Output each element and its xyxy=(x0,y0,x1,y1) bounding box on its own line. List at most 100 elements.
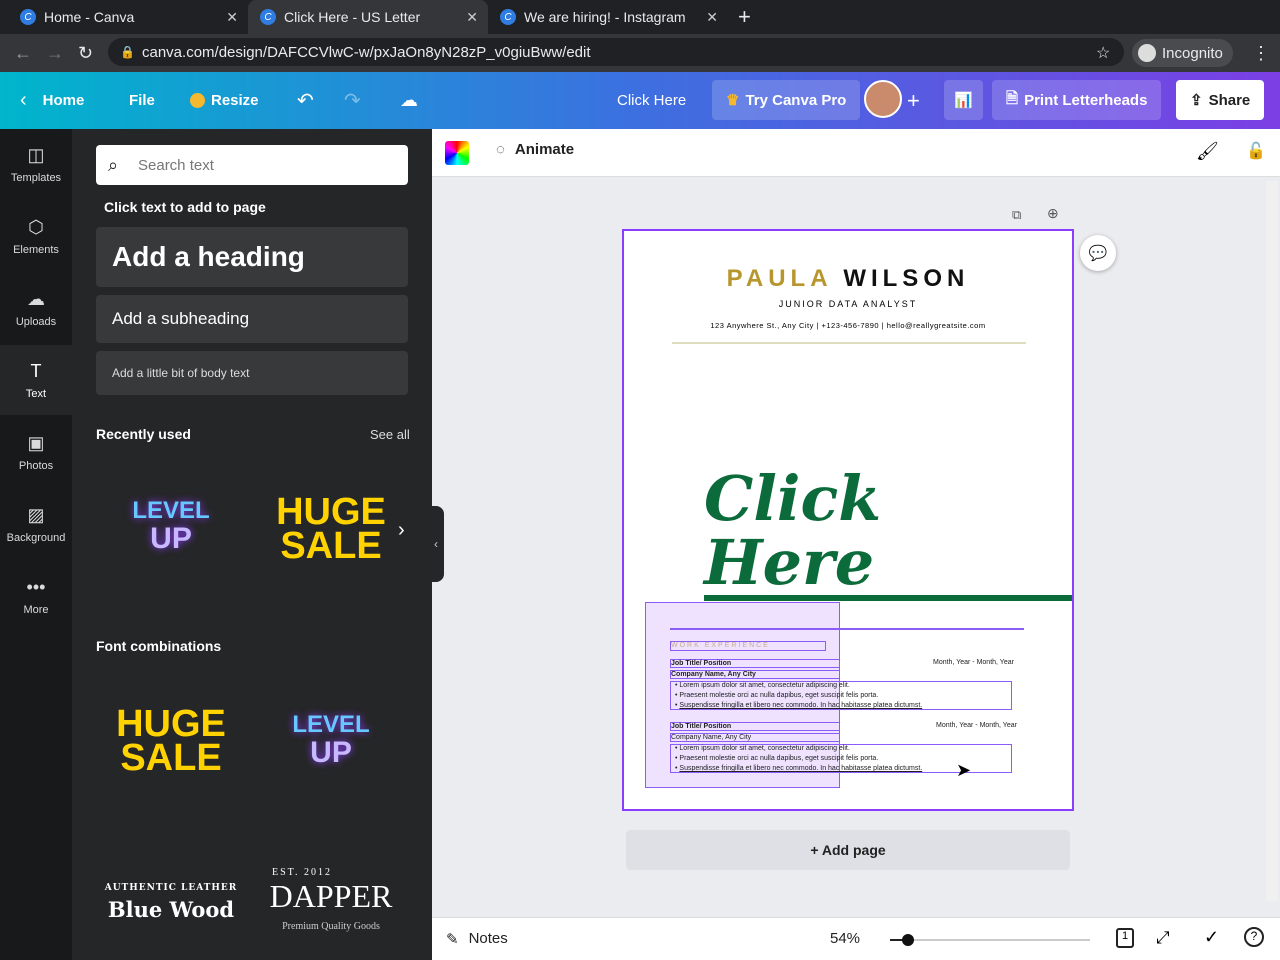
add-comment-icon[interactable]: 💬 xyxy=(1080,235,1116,271)
bookmark-star-icon[interactable]: ☆ xyxy=(1096,43,1110,63)
rail-text[interactable]: T Text xyxy=(0,345,72,415)
est-text: EST. 2012 xyxy=(272,867,333,878)
phone: +123-456-7890 xyxy=(821,321,880,330)
blue-wood-text: Blue Wood xyxy=(107,897,235,922)
url-field[interactable]: 🔒 canva.com/design/DAFCCVlwC-w/pxJaOn8yN2… xyxy=(108,38,1124,66)
file-label: File xyxy=(129,92,155,109)
lock-icon[interactable]: 🔓 xyxy=(1246,141,1266,161)
tab-click-here[interactable]: C Click Here - US Letter ✕ xyxy=(248,0,488,34)
rail-background[interactable]: ▨ Background xyxy=(0,489,72,559)
browser-menu-icon[interactable]: ⋮ xyxy=(1252,43,1270,64)
resume-role[interactable]: JUNIOR DATA ANALYST xyxy=(624,299,1072,309)
page-count: 1 xyxy=(1121,930,1129,942)
chevron-left-icon: ‹ xyxy=(20,89,27,111)
add-heading-button[interactable]: Add a heading xyxy=(96,227,408,287)
tab-home[interactable]: C Home - Canva ✕ xyxy=(8,0,248,34)
duplicate-page-icon[interactable]: ⧉ xyxy=(1012,207,1021,223)
cloud-saved-icon[interactable]: ☁ xyxy=(400,72,418,129)
company-name[interactable]: Company Name, Any City xyxy=(670,733,840,742)
zoom-slider[interactable] xyxy=(890,934,1090,946)
dapper-text: DAPPER xyxy=(269,878,393,914)
add-page-icon[interactable]: ⊕ xyxy=(1047,205,1059,222)
rail-templates[interactable]: ◫ Templates xyxy=(0,129,72,199)
add-subheading-button[interactable]: Add a subheading xyxy=(96,295,408,343)
add-page-button[interactable]: + Add page xyxy=(626,830,1070,870)
zoom-slider-handle[interactable] xyxy=(902,934,914,946)
canva-favicon-icon: C xyxy=(20,9,36,25)
job-title[interactable]: Job Title/ Position xyxy=(670,722,840,731)
level-up-text-template[interactable]: LEVEL UP xyxy=(96,497,246,554)
home-button[interactable]: ‹ Home xyxy=(20,72,84,129)
dapper-font-combo[interactable]: EST. 2012 DAPPER Premium Quality Goods xyxy=(256,867,406,932)
search-text-input[interactable]: ⌕ Search text xyxy=(96,145,408,185)
rail-photos[interactable]: ▣ Photos xyxy=(0,417,72,487)
upload-cloud-icon: ☁ xyxy=(27,288,45,309)
rail-label: Uploads xyxy=(15,315,57,328)
animate-button[interactable]: ◌ Animate xyxy=(496,141,574,158)
address: 123 Anywhere St., Any City xyxy=(710,321,814,330)
undo-icon[interactable]: ↶ xyxy=(297,72,314,129)
resize-button[interactable]: Resize xyxy=(190,72,259,129)
paint-roller-icon[interactable]: 🖌 xyxy=(1196,141,1219,162)
huge-text: HUGE xyxy=(276,491,386,533)
zoom-level[interactable]: 54% xyxy=(830,930,860,947)
tab-title: Click Here - US Letter xyxy=(284,9,421,25)
reload-icon[interactable]: ↻ xyxy=(78,43,93,64)
color-picker-icon[interactable] xyxy=(445,141,469,165)
work-experience-heading[interactable]: WORK EXPERIENCE xyxy=(670,641,826,651)
notes-icon: ✎ xyxy=(446,931,459,948)
carousel-next-icon[interactable]: › xyxy=(398,519,405,542)
company-name[interactable]: Company Name, Any City xyxy=(670,670,840,679)
animate-label: Animate xyxy=(514,141,575,158)
rail-elements[interactable]: ⬡ Elements xyxy=(0,201,72,271)
page-count-button[interactable]: 1 xyxy=(1116,928,1134,948)
bullet-list[interactable]: • Lorem ipsum dolor sit amet, consectetu… xyxy=(670,681,1012,710)
huge-sale-font-combo[interactable]: HUGE SALE xyxy=(96,705,246,777)
huge-sale-text-template[interactable]: HUGE SALE xyxy=(256,491,406,565)
close-tab-icon[interactable]: ✕ xyxy=(226,9,238,26)
vertical-scrollbar[interactable] xyxy=(1266,181,1278,901)
forward-icon[interactable]: → xyxy=(46,43,64,64)
redo-icon[interactable]: ↷ xyxy=(344,72,361,129)
rail-uploads[interactable]: ☁ Uploads xyxy=(0,273,72,343)
add-body-text-button[interactable]: Add a little bit of body text xyxy=(96,351,408,395)
resume-name[interactable]: PAULA WILSON xyxy=(624,265,1072,293)
level-up-font-combo[interactable]: LEVEL UP xyxy=(256,711,406,768)
rail-more[interactable]: ••• More xyxy=(0,561,72,631)
notes-button[interactable]: ✎ Notes xyxy=(446,930,508,948)
mouse-cursor-icon: ➤ xyxy=(956,760,972,780)
job-dates[interactable]: Month, Year - Month, Year xyxy=(936,722,1017,729)
print-letterheads-button[interactable]: 🗎 Print Letterheads xyxy=(992,80,1162,120)
notes-label: Notes xyxy=(468,930,508,947)
crown-icon: ♛ xyxy=(726,92,740,109)
rail-label: Background xyxy=(6,531,66,544)
job-title[interactable]: Job Title/ Position xyxy=(670,659,840,668)
share-button[interactable]: ⇪ Share xyxy=(1176,80,1265,120)
check-icon[interactable]: ✓ xyxy=(1204,927,1219,948)
see-all-link[interactable]: See all xyxy=(370,427,410,442)
add-collaborator-icon[interactable]: + xyxy=(907,72,920,129)
horizontal-scrollbar[interactable] xyxy=(436,905,1260,915)
job-dates[interactable]: Month, Year - Month, Year xyxy=(933,659,1014,666)
help-icon[interactable]: ? xyxy=(1244,927,1264,947)
templates-icon: ◫ xyxy=(27,144,45,165)
incognito-badge[interactable]: Incognito xyxy=(1132,39,1233,67)
design-page[interactable]: PAULA WILSON JUNIOR DATA ANALYST 123 Any… xyxy=(622,229,1074,811)
document-title[interactable]: Click Here xyxy=(617,72,686,129)
fullscreen-icon[interactable]: ⤢ xyxy=(1156,928,1170,948)
insights-chart-icon[interactable]: 📊 xyxy=(944,80,983,120)
rail-label: Elements xyxy=(13,243,59,256)
avatar[interactable] xyxy=(864,80,902,118)
try-canva-pro-button[interactable]: ♛ Try Canva Pro xyxy=(712,80,861,120)
file-menu-button[interactable]: File xyxy=(129,72,155,129)
click-here-heading[interactable]: Click Here xyxy=(704,467,1072,601)
tab-instagram[interactable]: C We are hiring! - Instagram ✕ xyxy=(488,0,728,34)
new-tab-icon[interactable]: + xyxy=(738,4,751,30)
close-tab-icon[interactable]: ✕ xyxy=(706,9,718,26)
back-icon[interactable]: ← xyxy=(14,43,32,64)
close-tab-icon[interactable]: ✕ xyxy=(466,9,478,26)
rail-label: Templates xyxy=(10,171,62,184)
resume-contact[interactable]: 123 Anywhere St., Any City | +123-456-78… xyxy=(624,321,1072,330)
premium-text: Premium Quality Goods xyxy=(282,921,380,932)
blue-wood-font-combo[interactable]: AUTHENTIC LEATHER Blue Wood xyxy=(96,883,246,922)
